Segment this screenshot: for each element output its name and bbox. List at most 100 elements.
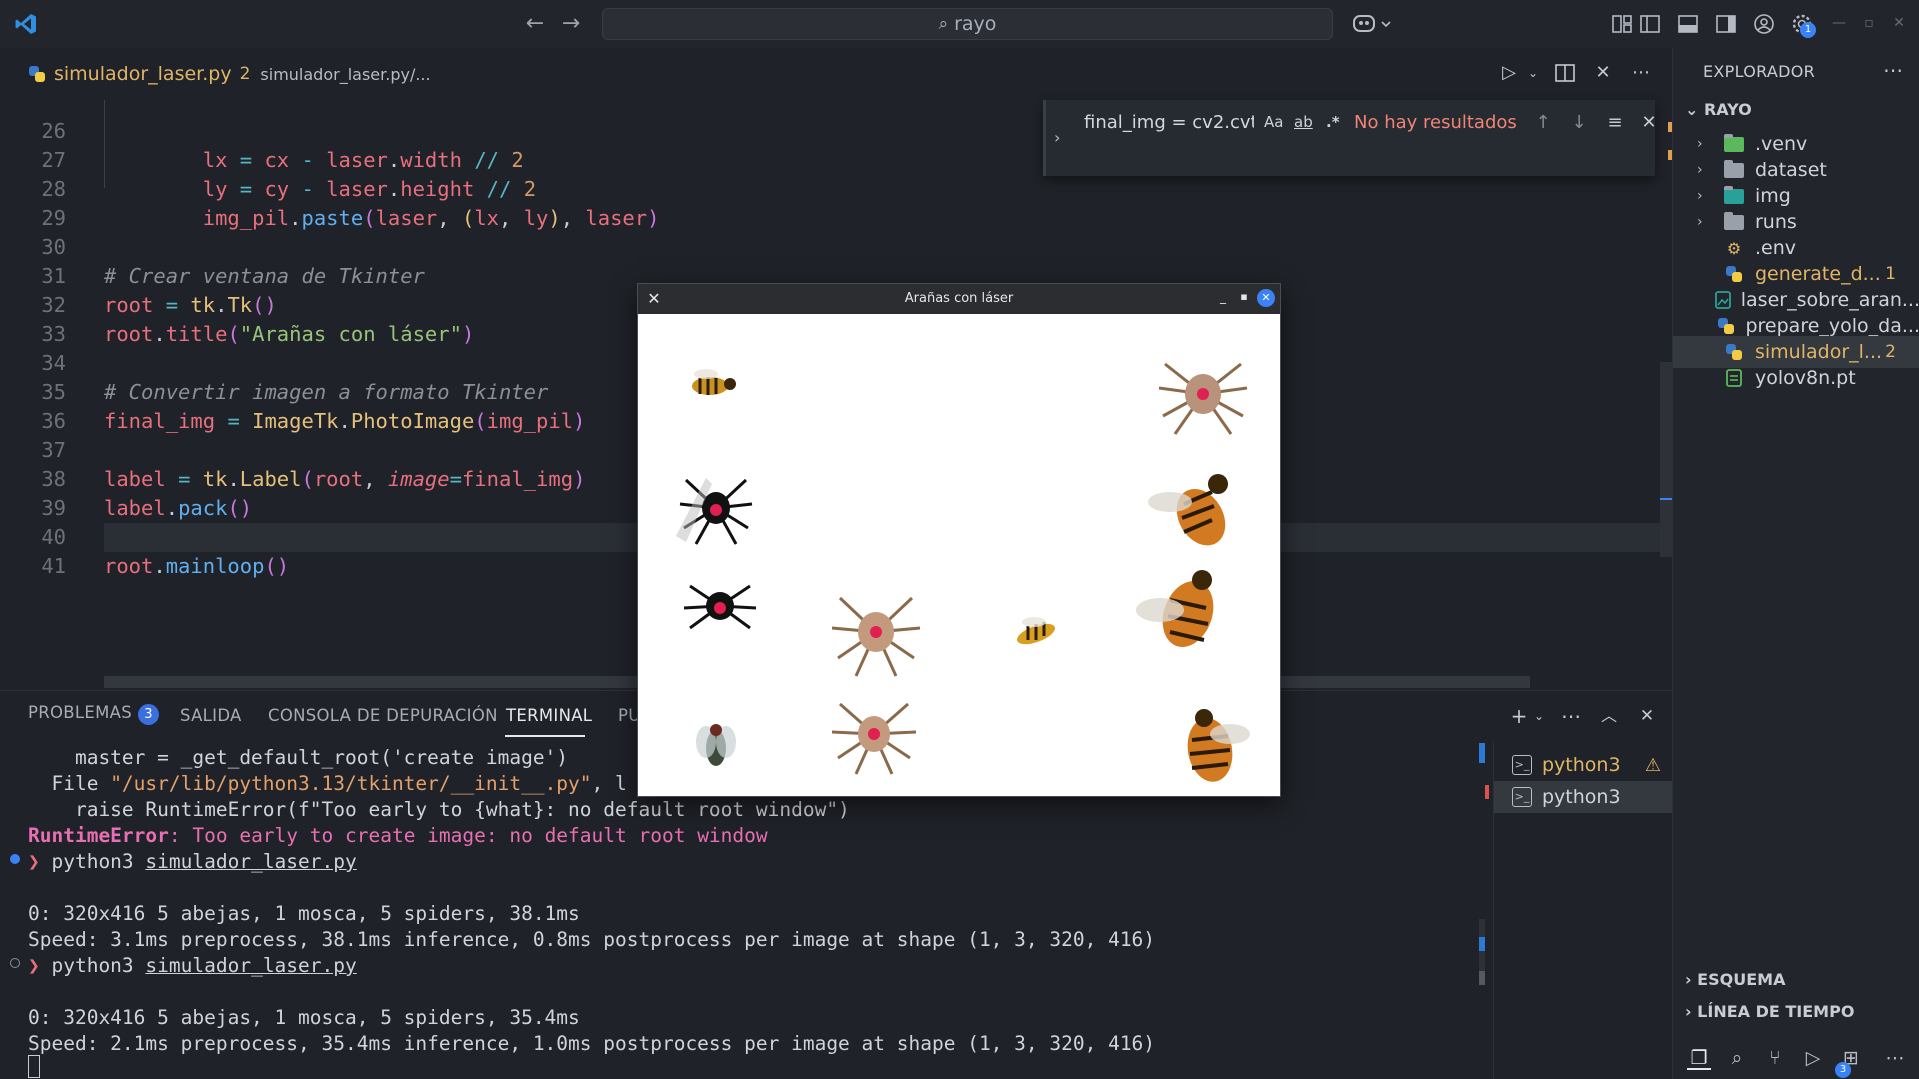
breadcrumb[interactable]: simulador_laser.py/... bbox=[260, 65, 430, 84]
vscode-logo-icon[interactable] bbox=[14, 12, 38, 36]
run-debug-icon[interactable]: ▷ bbox=[1801, 1046, 1825, 1070]
explorer-more-actions-icon[interactable]: ⋯ bbox=[1883, 58, 1903, 82]
regex-toggle[interactable]: .* bbox=[1326, 113, 1340, 131]
run-dropdown-chevron-icon[interactable]: ⌄ bbox=[1520, 60, 1546, 86]
command-argument[interactable]: simulador_laser.py bbox=[145, 850, 356, 873]
line-number: 41 bbox=[41, 554, 66, 578]
find-in-selection-icon[interactable]: ≡ bbox=[1602, 110, 1628, 136]
terminal-instance-2[interactable]: >_ python3 bbox=[1494, 781, 1673, 813]
terminal-file-path[interactable]: "/usr/lib/python3.13/tkinter/__init__.py… bbox=[110, 772, 591, 795]
maximize-icon[interactable]: ▪ bbox=[1236, 290, 1252, 306]
python-file-icon bbox=[28, 65, 46, 83]
terminal-line: 0: 320x416 5 abejas, 1 mosca, 5 spiders,… bbox=[28, 1006, 580, 1029]
close-find-icon[interactable]: ✕ bbox=[1636, 110, 1662, 136]
toggle-replace-chevron-icon[interactable]: › bbox=[1054, 128, 1060, 147]
code-text: root.mainloop() bbox=[104, 554, 290, 578]
scrollbar-cursor-marker bbox=[1660, 498, 1672, 500]
match-case-toggle[interactable]: Aa bbox=[1264, 113, 1283, 131]
chevron-right-icon: › bbox=[1697, 188, 1703, 204]
timeline-section-header[interactable]: › LÍNEA DE TIEMPO bbox=[1685, 1002, 1854, 1021]
error-type: RuntimeError bbox=[28, 824, 169, 847]
terminal-icon: >_ bbox=[1512, 787, 1532, 807]
whole-word-toggle[interactable]: ab bbox=[1294, 113, 1313, 131]
close-window-icon[interactable]: ✕ bbox=[1890, 14, 1908, 32]
tab-debug-console[interactable]: CONSOLA DE DEPURACIÓN bbox=[268, 706, 498, 725]
close-panel-icon[interactable]: ✕ bbox=[1634, 703, 1660, 729]
minimize-icon[interactable]: _ bbox=[1215, 290, 1231, 306]
command-name: python3 bbox=[51, 954, 134, 977]
command-running-dot-icon[interactable] bbox=[10, 958, 20, 968]
tab-terminal[interactable]: TERMINAL bbox=[506, 706, 592, 725]
folder-venv-icon bbox=[1723, 133, 1745, 154]
settings-update-badge: 1 bbox=[1800, 22, 1816, 38]
tree-item-label: simulador_l... bbox=[1755, 341, 1883, 363]
toggle-panel-icon[interactable] bbox=[1676, 12, 1700, 36]
command-success-dot-icon[interactable] bbox=[10, 854, 20, 864]
terminal-instance-1[interactable]: >_ python3 ⚠ bbox=[1494, 749, 1673, 781]
explorer-files-icon[interactable]: ❐ bbox=[1687, 1046, 1711, 1070]
command-argument[interactable]: simulador_laser.py bbox=[145, 954, 356, 977]
editor-more-actions-icon[interactable]: ⋯ bbox=[1628, 60, 1654, 86]
terminal-icon: >_ bbox=[1512, 755, 1532, 775]
maximize-window-icon[interactable]: ▫ bbox=[1860, 14, 1878, 32]
command-center-search[interactable]: ⌕ rayo bbox=[602, 8, 1333, 40]
account-icon[interactable] bbox=[1752, 12, 1776, 36]
editor-vertical-scrollbar[interactable] bbox=[1660, 362, 1672, 557]
tree-item-label: laser_sobre_aran... bbox=[1740, 289, 1919, 311]
search-icon[interactable]: ⌕ bbox=[1725, 1046, 1749, 1070]
close-editor-icon[interactable]: ✕ bbox=[1590, 60, 1616, 86]
problem-count-badge: 1 bbox=[1885, 264, 1896, 284]
find-input[interactable]: final_img = cv2.cvtC bbox=[1084, 112, 1254, 138]
editor-tab-simulador[interactable]: simulador_laser.py 2 simulador_laser.py/… bbox=[28, 60, 431, 88]
terminal-text: File bbox=[28, 772, 111, 795]
activity-more-icon[interactable]: ⋯ bbox=[1883, 1046, 1907, 1070]
outline-section-header[interactable]: › ESQUEMA bbox=[1685, 970, 1785, 989]
vscode-window: ← → ⌕ rayo 1 — ▫ ✕ simulador_laser.py 2 … bbox=[0, 0, 1919, 1079]
tree-item-label: runs bbox=[1755, 211, 1797, 233]
active-tab-indicator bbox=[505, 735, 585, 737]
next-match-arrow-icon[interactable]: ↓ bbox=[1566, 110, 1592, 136]
run-python-icon[interactable]: ▷ bbox=[1496, 60, 1522, 86]
chevron-down-icon: ⌄ bbox=[1685, 100, 1704, 119]
prompt-chevron: ❯ bbox=[28, 954, 52, 977]
terminal-profile-chevron-icon[interactable]: ⌄ bbox=[1526, 703, 1552, 729]
folder-icon bbox=[1723, 159, 1745, 180]
tree-item-label: img bbox=[1755, 185, 1791, 207]
activity-bar: ❐ ⌕ ⑂ ▷ ⊞ 3 ⋯ bbox=[1673, 1038, 1919, 1079]
previous-match-arrow-icon[interactable]: ↑ bbox=[1530, 110, 1556, 136]
tkinter-title-bar[interactable]: Arañas con láser ✕ _ ▪ ✕ bbox=[638, 284, 1280, 314]
toggle-secondary-sidebar-icon[interactable] bbox=[1714, 12, 1738, 36]
back-arrow-icon[interactable]: ← bbox=[522, 11, 548, 37]
scroll-marker bbox=[1479, 971, 1485, 985]
terminal-instance-name: python3 bbox=[1542, 786, 1621, 808]
problem-count-badge: 2 bbox=[1885, 342, 1896, 362]
tab-problems[interactable]: PROBLEMAS 3 bbox=[28, 703, 160, 725]
code-line-31: 31 root = tk.Tk() bbox=[0, 233, 1660, 317]
terminal-scrollbar[interactable] bbox=[1475, 741, 1489, 1079]
panel-more-actions-icon[interactable]: ⋯ bbox=[1558, 703, 1584, 729]
tree-item-yolov8n[interactable]: yolov8n.pt bbox=[1673, 362, 1919, 394]
close-window-button-icon[interactable]: ✕ bbox=[1257, 289, 1275, 307]
tkinter-window[interactable]: Arañas con láser ✕ _ ▪ ✕ bbox=[637, 283, 1281, 797]
forward-arrow-icon[interactable]: → bbox=[558, 11, 584, 37]
code-line-30: 30 # Crear ventana de Tkinter bbox=[0, 204, 1660, 288]
detection-image-canvas bbox=[638, 314, 1280, 796]
source-control-icon[interactable]: ⑂ bbox=[1763, 1046, 1787, 1070]
tab-output[interactable]: SALIDA bbox=[180, 706, 242, 725]
search-text: rayo bbox=[954, 13, 997, 35]
workspace-folder-header[interactable]: ⌄ RAYO bbox=[1685, 100, 1752, 119]
split-editor-icon[interactable] bbox=[1552, 60, 1578, 86]
customize-layout-icon[interactable] bbox=[1610, 12, 1634, 36]
close-icon[interactable]: ✕ bbox=[644, 289, 664, 309]
chevron-right-icon: › bbox=[1697, 162, 1703, 178]
prompt-chevron: ❯ bbox=[28, 850, 52, 873]
folder-images-icon bbox=[1723, 185, 1745, 206]
copilot-icon[interactable] bbox=[1352, 11, 1398, 37]
find-result-text: No hay resultados bbox=[1354, 112, 1517, 133]
minimize-window-icon[interactable]: — bbox=[1830, 14, 1848, 32]
problems-badge: 3 bbox=[138, 704, 160, 725]
toggle-primary-sidebar-icon[interactable] bbox=[1638, 12, 1662, 36]
code-line-29: 29 bbox=[0, 175, 1660, 230]
python-file-icon bbox=[1717, 316, 1735, 336]
maximize-panel-chevron-icon[interactable]: ︿ bbox=[1596, 703, 1622, 729]
